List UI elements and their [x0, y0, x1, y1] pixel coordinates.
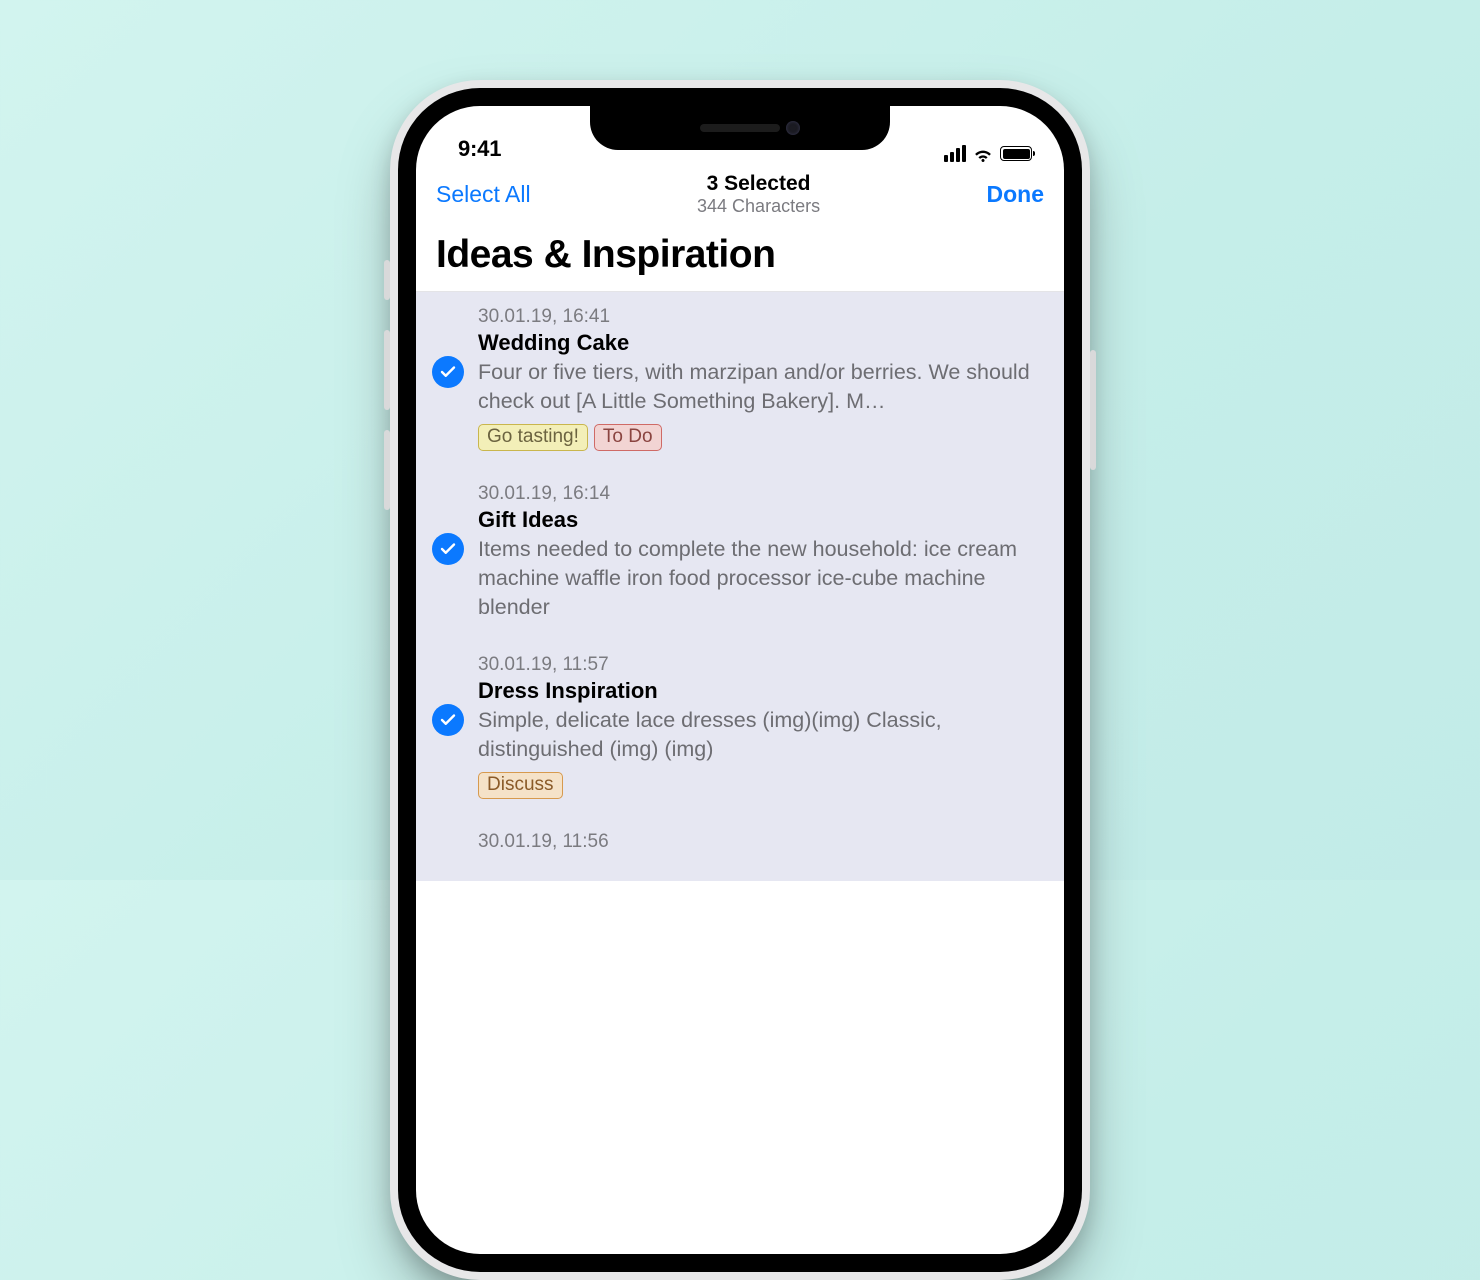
item-body: 30.01.19, 16:14 Gift Ideas Items needed …	[478, 483, 1048, 622]
screen: 9:41 Select All 3 Selected 344 Character…	[416, 106, 1064, 1254]
tag[interactable]: To Do	[594, 424, 662, 451]
selected-check-icon[interactable]	[432, 704, 464, 736]
item-title: Dress Inspiration	[478, 678, 1048, 704]
item-tags: Discuss	[478, 772, 1048, 799]
done-button[interactable]: Done	[987, 181, 1045, 208]
selected-check-icon[interactable]	[432, 533, 464, 565]
power-button	[1090, 350, 1096, 470]
cellular-signal-icon	[944, 145, 966, 162]
wifi-icon	[972, 146, 994, 162]
list-item[interactable]: 30.01.19, 11:57 Dress Inspiration Simple…	[416, 640, 1064, 817]
notes-list[interactable]: 30.01.19, 16:41 Wedding Cake Four or fiv…	[416, 292, 1064, 881]
list-item[interactable]: 30.01.19, 16:41 Wedding Cake Four or fiv…	[416, 292, 1064, 469]
tag[interactable]: Discuss	[478, 772, 563, 799]
speaker-grille	[700, 124, 780, 132]
character-count: 344 Characters	[531, 196, 987, 217]
page-title: Ideas & Inspiration	[416, 221, 1064, 292]
volume-up-button	[384, 330, 390, 410]
item-body: 30.01.19, 11:57 Dress Inspiration Simple…	[478, 654, 1048, 799]
navigation-bar: Select All 3 Selected 344 Characters Don…	[416, 164, 1064, 221]
selected-check-icon[interactable]	[432, 356, 464, 388]
phone-bezel: 9:41 Select All 3 Selected 344 Character…	[398, 88, 1082, 1272]
mute-switch	[384, 260, 390, 300]
tag[interactable]: Go tasting!	[478, 424, 588, 451]
item-date: 30.01.19, 16:41	[478, 306, 1048, 328]
nav-title-group: 3 Selected 344 Characters	[531, 172, 987, 217]
item-date: 30.01.19, 11:57	[478, 654, 1048, 676]
battery-icon	[1000, 146, 1032, 161]
item-preview: Simple, delicate lace dresses (img)(img)…	[478, 706, 1048, 764]
item-body: 30.01.19, 11:56	[478, 831, 1048, 853]
status-time: 9:41	[458, 136, 501, 162]
phone-frame: 9:41 Select All 3 Selected 344 Character…	[390, 80, 1090, 1280]
volume-down-button	[384, 430, 390, 510]
notch	[590, 106, 890, 150]
list-item[interactable]: 30.01.19, 16:14 Gift Ideas Items needed …	[416, 469, 1064, 640]
status-icons	[944, 145, 1032, 162]
select-all-button[interactable]: Select All	[436, 181, 531, 208]
list-item[interactable]: 30.01.19, 11:56	[416, 817, 1064, 881]
selection-count: 3 Selected	[531, 172, 987, 196]
item-preview: Four or five tiers, with marzipan and/or…	[478, 358, 1048, 416]
item-body: 30.01.19, 16:41 Wedding Cake Four or fiv…	[478, 306, 1048, 451]
item-date: 30.01.19, 16:14	[478, 483, 1048, 505]
item-title: Gift Ideas	[478, 507, 1048, 533]
item-title: Wedding Cake	[478, 330, 1048, 356]
item-tags: Go tasting! To Do	[478, 424, 1048, 451]
item-date: 30.01.19, 11:56	[478, 831, 1048, 853]
front-camera	[786, 121, 800, 135]
item-preview: Items needed to complete the new househo…	[478, 535, 1048, 622]
